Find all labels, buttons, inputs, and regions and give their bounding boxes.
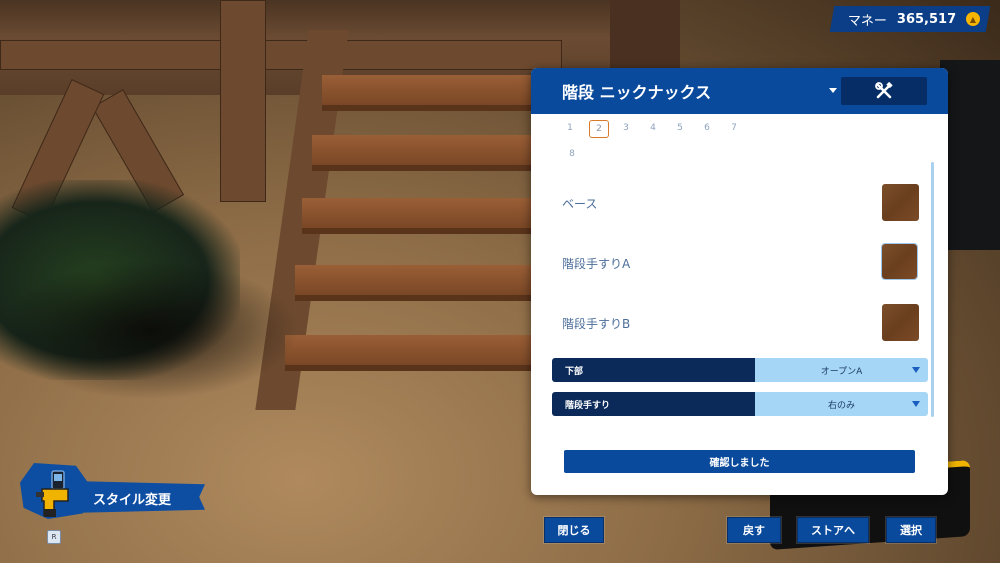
- close-button[interactable]: 閉じる: [544, 517, 604, 543]
- tools-icon: [875, 82, 893, 99]
- money-display: マネー 365,517 ▲: [829, 6, 991, 32]
- dark-wall: [940, 60, 1000, 250]
- page-6[interactable]: 6: [698, 120, 716, 136]
- chevron-down-icon: [912, 367, 920, 373]
- select-value[interactable]: 右のみ: [755, 392, 928, 416]
- money-label: マネー: [847, 13, 887, 29]
- customization-panel: 階段 ニックナックス 1 2 3 4 5 6 7 8 ベース 階段手すりA 階段…: [531, 68, 948, 495]
- material-row-railing-b: 階段手すりB: [562, 303, 922, 343]
- stair-step: [322, 75, 552, 111]
- money-value: 365,517: [896, 11, 956, 27]
- chevron-down-icon[interactable]: [829, 88, 837, 93]
- stair-step: [302, 198, 552, 234]
- page-1[interactable]: 1: [561, 120, 579, 136]
- page-7[interactable]: 7: [725, 120, 743, 136]
- scrollbar[interactable]: [931, 162, 934, 417]
- page-8[interactable]: 8: [563, 146, 581, 162]
- stair-step: [285, 335, 552, 371]
- key-hint-r: R: [47, 530, 61, 544]
- select-label: 階段手すり: [552, 392, 755, 416]
- select-button[interactable]: 選択: [886, 517, 936, 543]
- style-change-badge[interactable]: スタイル変更: [20, 463, 205, 523]
- material-swatch-railing-b[interactable]: [882, 304, 919, 341]
- select-bottom[interactable]: 下部 オープンA: [552, 358, 928, 382]
- material-label: 階段手すりA: [562, 256, 631, 271]
- select-railing[interactable]: 階段手すり 右のみ: [552, 392, 928, 416]
- material-row-railing-a: 階段手すりA: [562, 243, 922, 283]
- coin-icon: ▲: [966, 12, 980, 26]
- panel-header: 階段 ニックナックス: [531, 68, 948, 114]
- deck-post: [610, 0, 680, 70]
- select-value-text: 右のみ: [827, 400, 855, 411]
- select-value[interactable]: オープンA: [755, 358, 928, 382]
- page-4[interactable]: 4: [644, 120, 662, 136]
- panel-title: 階段 ニックナックス: [562, 83, 712, 102]
- store-button[interactable]: ストアへ: [797, 517, 869, 543]
- page-5[interactable]: 5: [671, 120, 689, 136]
- material-swatch-base[interactable]: [882, 184, 919, 221]
- undo-button[interactable]: 戻す: [727, 517, 781, 543]
- select-label: 下部: [552, 358, 755, 382]
- chevron-down-icon: [912, 401, 920, 407]
- style-change-label: スタイル変更: [93, 493, 172, 508]
- drill-icon: [36, 470, 69, 517]
- select-value-text: オープンA: [820, 366, 863, 377]
- page-3[interactable]: 3: [617, 120, 635, 136]
- support-post: [220, 0, 266, 202]
- stair-step: [295, 265, 552, 301]
- material-label: 階段手すりB: [562, 316, 631, 331]
- material-row-base: ベース: [562, 183, 922, 223]
- confirm-button[interactable]: 確認しました: [564, 450, 915, 473]
- deck-beam: [0, 40, 562, 70]
- material-label: ベース: [562, 196, 598, 211]
- page-2-active[interactable]: 2: [589, 120, 609, 138]
- material-swatch-railing-a[interactable]: [881, 243, 918, 280]
- stair-step: [312, 135, 552, 171]
- ground-shadow: [0, 260, 300, 400]
- tools-button[interactable]: [841, 77, 927, 105]
